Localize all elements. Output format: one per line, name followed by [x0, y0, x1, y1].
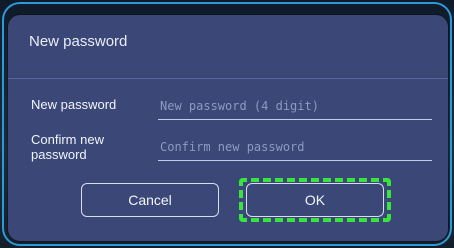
confirm-password-input[interactable]	[158, 133, 432, 161]
title-divider	[8, 78, 448, 79]
ok-button[interactable]: OK	[246, 183, 384, 217]
dialog-title: New password	[29, 33, 128, 50]
screen-background: New password New password Confirm new pa…	[0, 0, 454, 248]
new-password-input[interactable]	[158, 92, 432, 120]
confirm-password-label: Confirm new password	[31, 132, 104, 162]
new-password-label: New password	[31, 97, 117, 112]
cancel-button[interactable]: Cancel	[81, 183, 219, 217]
